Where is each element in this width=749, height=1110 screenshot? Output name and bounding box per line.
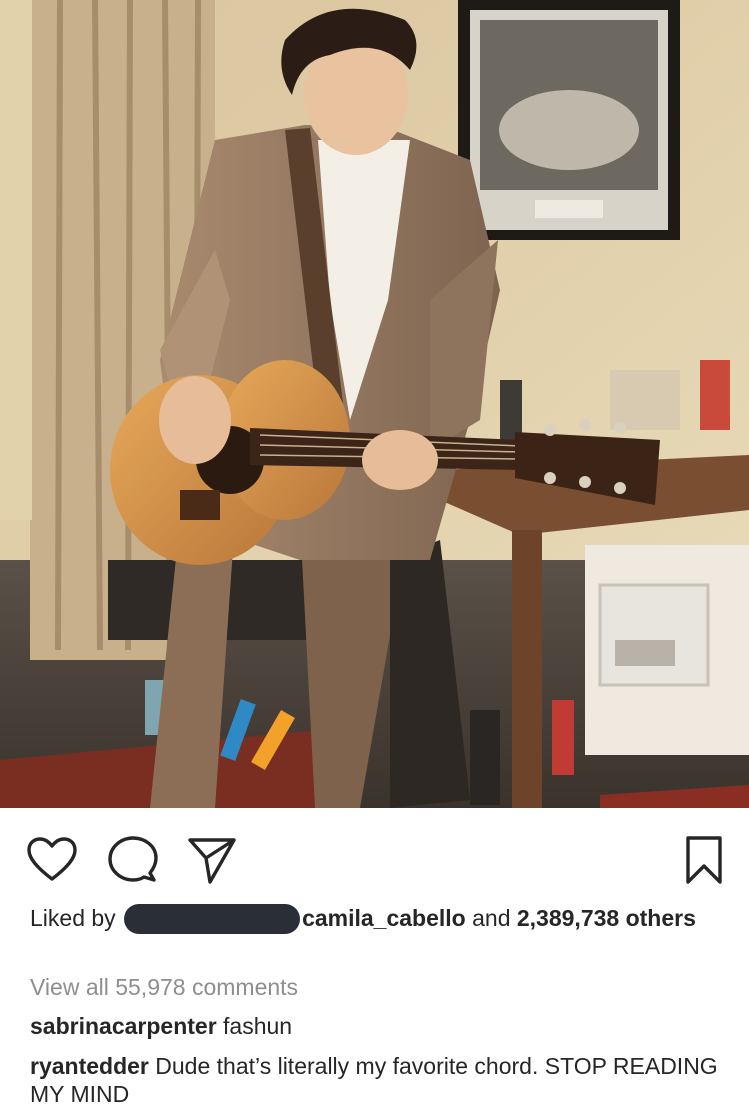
post-image — [0, 0, 749, 808]
paper-plane-icon — [188, 838, 236, 884]
comment: ryantedder Dude that’s literally my favo… — [30, 1052, 720, 1108]
like-button[interactable] — [26, 834, 78, 886]
bookmark-icon — [686, 836, 722, 884]
comment-username[interactable]: sabrinacarpenter — [30, 1013, 217, 1039]
comment-text: fashun — [223, 1013, 293, 1039]
redacted-username — [124, 904, 301, 934]
liker-username[interactable]: camila_cabello — [302, 905, 466, 931]
save-button[interactable] — [680, 834, 728, 886]
likes-prefix: Liked by — [30, 905, 116, 931]
likes-suffix[interactable]: others — [626, 905, 696, 931]
post-photo[interactable] — [0, 0, 749, 808]
comment: sabrinacarpenter fashun — [30, 1012, 720, 1040]
comment-button[interactable] — [106, 834, 158, 886]
comment-username[interactable]: ryantedder — [30, 1053, 149, 1079]
share-button[interactable] — [186, 834, 238, 886]
likes-summary: Liked by camila_cabello and 2,389,738 ot… — [30, 904, 720, 934]
likes-connector: and — [472, 905, 511, 931]
view-all-comments-link[interactable]: View all 55,978 comments — [30, 972, 298, 1002]
heart-icon — [27, 837, 77, 881]
comment-bubble-icon — [108, 836, 158, 882]
likes-count[interactable]: 2,389,738 — [517, 905, 619, 931]
